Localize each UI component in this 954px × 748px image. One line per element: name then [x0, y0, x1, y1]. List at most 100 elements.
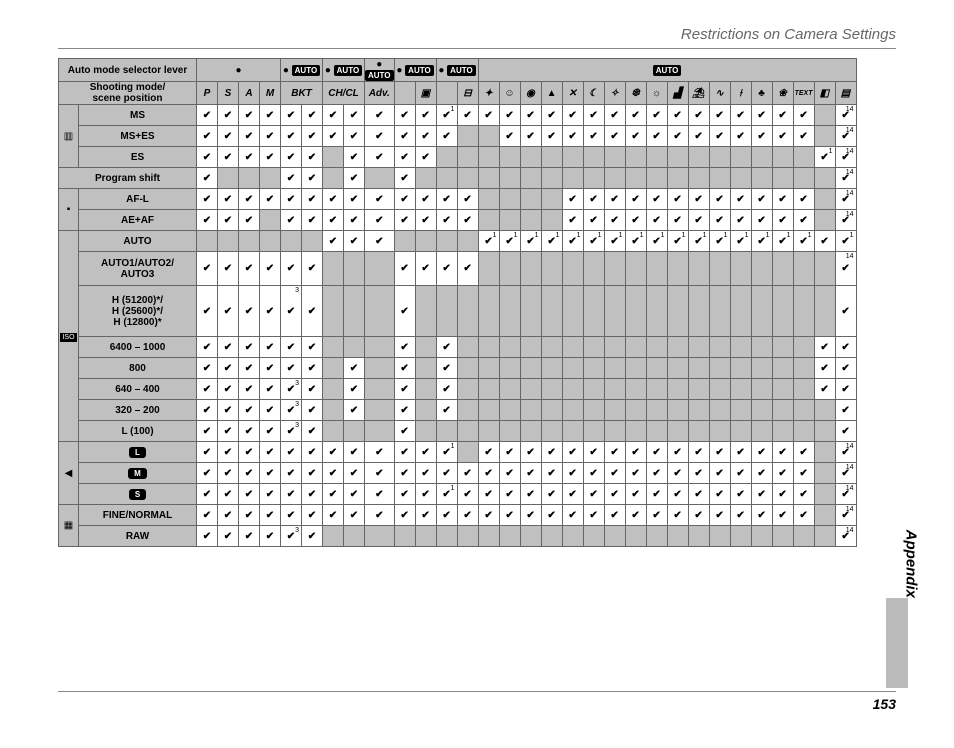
cell	[793, 484, 814, 505]
cell	[814, 358, 835, 379]
cell	[344, 126, 365, 147]
cell	[457, 210, 478, 231]
cell	[835, 379, 856, 400]
cell	[239, 505, 260, 526]
cell	[344, 442, 365, 463]
cell	[667, 189, 688, 210]
cell	[499, 337, 520, 358]
cell	[218, 168, 239, 189]
col-Adv: Adv.	[365, 82, 395, 105]
cell	[239, 231, 260, 252]
cell	[415, 358, 436, 379]
cell	[646, 484, 667, 505]
cell	[646, 168, 667, 189]
col-P: P	[197, 82, 218, 105]
cell	[478, 126, 499, 147]
cell	[667, 400, 688, 421]
cell	[667, 337, 688, 358]
col-M: M	[260, 82, 281, 105]
cell	[365, 210, 395, 231]
cell	[260, 421, 281, 442]
cell	[415, 189, 436, 210]
cell	[772, 147, 793, 168]
cell	[814, 105, 835, 126]
cell	[344, 505, 365, 526]
cell	[583, 358, 604, 379]
cell: 1	[541, 231, 562, 252]
cell	[793, 210, 814, 231]
cell	[436, 526, 457, 547]
cell	[646, 147, 667, 168]
cell	[281, 231, 302, 252]
cell	[793, 379, 814, 400]
cell	[499, 526, 520, 547]
hdr-dot-1: ●	[197, 59, 281, 82]
cell	[751, 210, 772, 231]
cell	[604, 505, 625, 526]
cell	[772, 210, 793, 231]
cell	[793, 105, 814, 126]
cell	[436, 379, 457, 400]
cell	[562, 168, 583, 189]
cell: 14	[835, 168, 856, 189]
cell	[667, 286, 688, 337]
cell	[541, 210, 562, 231]
col-A: A	[239, 82, 260, 105]
row-label: AE+AF	[79, 210, 197, 231]
cell	[281, 252, 302, 286]
row-label: S	[79, 484, 197, 505]
cell	[646, 252, 667, 286]
cell	[197, 168, 218, 189]
col-8	[394, 82, 415, 105]
cell	[541, 505, 562, 526]
cell: 1	[751, 231, 772, 252]
cell	[604, 126, 625, 147]
cell	[793, 252, 814, 286]
cell	[541, 400, 562, 421]
cell	[541, 421, 562, 442]
cell	[562, 442, 583, 463]
cell: 14	[835, 442, 856, 463]
cell	[562, 463, 583, 484]
cell	[436, 231, 457, 252]
col-S: S	[218, 82, 239, 105]
col-20-icon: ☼	[646, 82, 667, 105]
cell	[478, 358, 499, 379]
cell	[583, 126, 604, 147]
cell	[415, 337, 436, 358]
cell	[415, 505, 436, 526]
cell	[218, 286, 239, 337]
cell	[541, 358, 562, 379]
cell	[688, 421, 709, 442]
cell	[457, 147, 478, 168]
cell	[260, 147, 281, 168]
cell	[667, 505, 688, 526]
cell	[814, 210, 835, 231]
cell	[499, 442, 520, 463]
cell	[625, 400, 646, 421]
cell	[260, 337, 281, 358]
cell	[415, 231, 436, 252]
cell	[751, 400, 772, 421]
cell	[436, 358, 457, 379]
cell	[436, 505, 457, 526]
cell	[260, 126, 281, 147]
cell	[730, 189, 751, 210]
cell	[457, 505, 478, 526]
cell	[793, 286, 814, 337]
cell	[562, 126, 583, 147]
row-label: ES	[79, 147, 197, 168]
cell	[260, 210, 281, 231]
cell	[344, 421, 365, 442]
cell	[625, 126, 646, 147]
cell: 14	[835, 526, 856, 547]
cell	[646, 105, 667, 126]
cell	[793, 358, 814, 379]
cell	[730, 442, 751, 463]
cell	[302, 168, 323, 189]
cell	[541, 168, 562, 189]
cell	[365, 147, 395, 168]
cell	[772, 189, 793, 210]
cell	[730, 210, 751, 231]
cell	[541, 126, 562, 147]
